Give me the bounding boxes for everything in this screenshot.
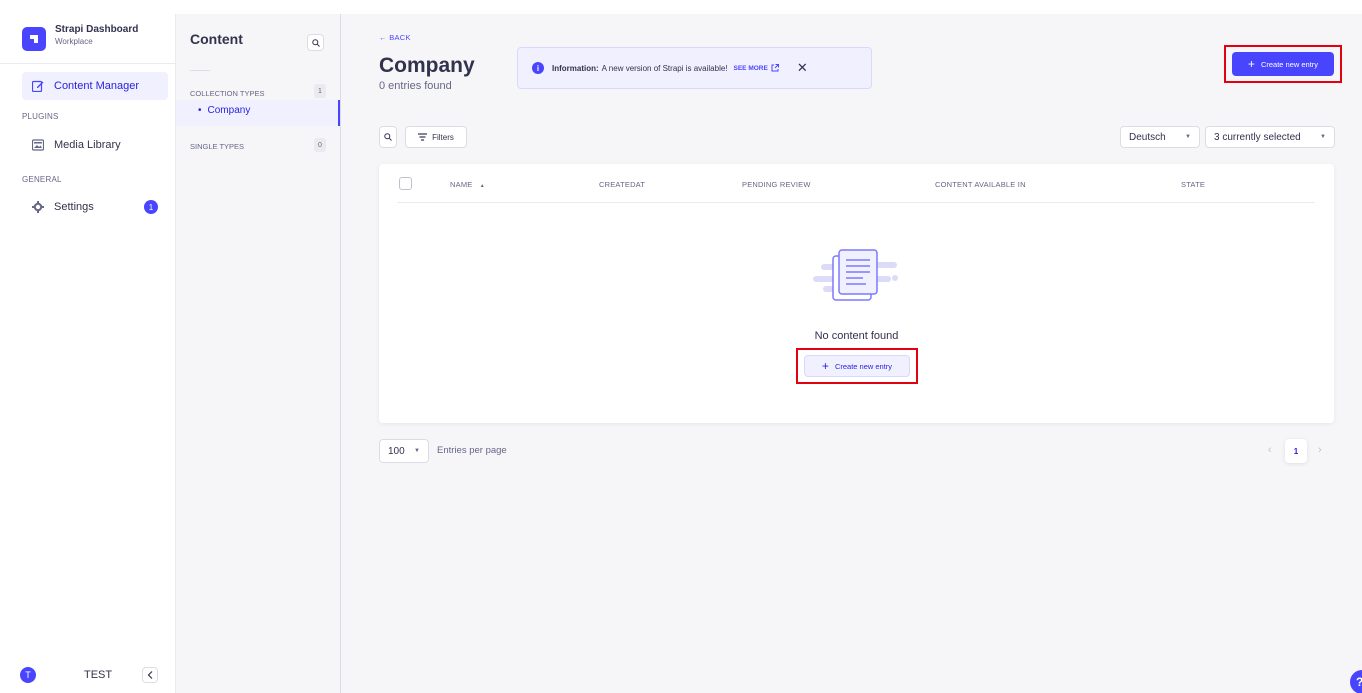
chevron-down-icon: ▼ <box>1185 134 1191 140</box>
user-name[interactable]: TEST <box>84 669 112 681</box>
highlight-box: + Create new entry <box>796 348 918 384</box>
content-sub-navigation: Content COLLECTION TYPES 1 • Company SIN… <box>176 14 341 693</box>
subnav-title: Content <box>190 31 243 47</box>
search-icon <box>311 38 320 47</box>
help-button[interactable]: ? <box>1350 670 1362 693</box>
subnav-item-company[interactable]: • Company <box>176 100 340 126</box>
pencil-icon <box>32 80 44 92</box>
top-bar <box>0 0 1362 14</box>
select-all-checkbox[interactable] <box>399 177 412 190</box>
plugins-section-label: PLUGINS <box>22 112 59 121</box>
collection-types-label[interactable]: COLLECTION TYPES <box>190 89 264 98</box>
highlight-box: + Create new entry <box>1224 45 1342 83</box>
create-new-entry-empty-button[interactable]: + Create new entry <box>804 355 910 377</box>
avatar[interactable]: T <box>20 667 36 683</box>
arrow-left-icon: ← <box>379 33 387 42</box>
page-size-select[interactable]: 100 ▼ <box>379 439 429 463</box>
chevron-down-icon: ▼ <box>414 448 420 454</box>
back-link[interactable]: ← BACK <box>379 33 411 42</box>
chevron-left-icon[interactable]: ‹ <box>1268 444 1272 456</box>
info-alert: i Information: A new version of Strapi i… <box>517 47 872 89</box>
chevron-left-icon <box>147 671 153 679</box>
back-label: BACK <box>389 33 411 42</box>
empty-documents-icon <box>813 249 898 301</box>
gear-icon <box>32 201 44 213</box>
column-header-state[interactable]: STATE <box>1181 180 1205 189</box>
column-header-name[interactable]: NAME ▲ <box>450 180 485 189</box>
info-icon: i <box>532 62 544 74</box>
search-icon <box>384 133 392 141</box>
see-more-link[interactable]: SEE MORE <box>734 65 768 72</box>
create-new-entry-button[interactable]: + Create new entry <box>1232 52 1334 76</box>
columns-value: 3 currently selected <box>1214 131 1301 143</box>
collapse-nav-button[interactable] <box>142 667 159 683</box>
divider <box>397 202 1315 203</box>
empty-state-message: No content found <box>814 330 899 342</box>
button-label: Create new entry <box>1260 59 1319 69</box>
page-size-value: 100 <box>388 445 405 457</box>
divider <box>190 70 210 71</box>
page-title: Company <box>379 54 475 77</box>
column-header-content-available-in[interactable]: CONTENT AVAILABLE IN <box>935 180 1026 189</box>
plus-icon: + <box>1247 57 1255 71</box>
column-header-createdat[interactable]: CREATEDAT <box>599 180 645 189</box>
filter-icon <box>418 133 428 141</box>
locale-value: Deutsch <box>1129 131 1166 143</box>
subnav-item-label: Company <box>207 105 251 116</box>
chevron-right-icon[interactable]: › <box>1318 444 1322 456</box>
main-navigation: Strapi Dashboard Workplace Content Manag… <box>0 14 176 693</box>
page-size-label: Entries per page <box>437 445 507 456</box>
brand-subtitle: Workplace <box>55 37 93 46</box>
nav-item-label: Settings <box>54 201 94 213</box>
plus-icon: + <box>821 359 829 373</box>
entries-table: NAME ▲ CREATEDAT PENDING REVIEW CONTENT … <box>379 164 1334 423</box>
image-icon <box>32 139 44 151</box>
alert-text: A new version of Strapi is available! <box>601 63 728 73</box>
sort-up-icon: ▲ <box>479 183 485 189</box>
entries-count: 0 entries found <box>379 80 452 92</box>
nav-item-label: Content Manager <box>54 80 139 92</box>
pagination-page[interactable]: 1 <box>1285 439 1307 463</box>
close-icon[interactable]: ✕ <box>797 60 808 76</box>
single-types-count: 0 <box>314 138 326 152</box>
brand[interactable]: Strapi Dashboard Workplace <box>22 24 138 51</box>
bullet-icon: • <box>198 105 202 116</box>
nav-item-content-manager[interactable]: Content Manager <box>22 72 168 100</box>
chevron-down-icon: ▼ <box>1320 134 1326 140</box>
button-label: Create new entry <box>834 361 893 371</box>
nav-item-media-library[interactable]: Media Library <box>22 131 168 159</box>
locale-select[interactable]: Deutsch ▼ <box>1120 126 1200 148</box>
filters-label: Filters <box>432 132 454 142</box>
strapi-logo-icon <box>22 27 46 51</box>
nav-item-label: Media Library <box>54 139 121 151</box>
external-link-icon[interactable] <box>771 61 779 75</box>
user-bar: T TEST <box>0 657 175 693</box>
columns-select[interactable]: 3 currently selected ▼ <box>1205 126 1335 148</box>
subnav-search-button[interactable] <box>307 34 324 51</box>
nav-item-settings[interactable]: Settings 1 <box>22 193 168 221</box>
column-header-pending-review[interactable]: PENDING REVIEW <box>742 180 811 189</box>
search-button[interactable] <box>379 126 397 148</box>
single-types-label[interactable]: SINGLE TYPES <box>190 142 244 151</box>
filters-button[interactable]: Filters <box>405 126 467 148</box>
divider <box>0 63 175 64</box>
collection-types-count: 1 <box>314 84 326 98</box>
general-section-label: GENERAL <box>22 175 62 184</box>
brand-title: Strapi Dashboard <box>55 24 139 35</box>
settings-badge: 1 <box>144 200 158 214</box>
alert-label: Information: <box>552 63 599 73</box>
